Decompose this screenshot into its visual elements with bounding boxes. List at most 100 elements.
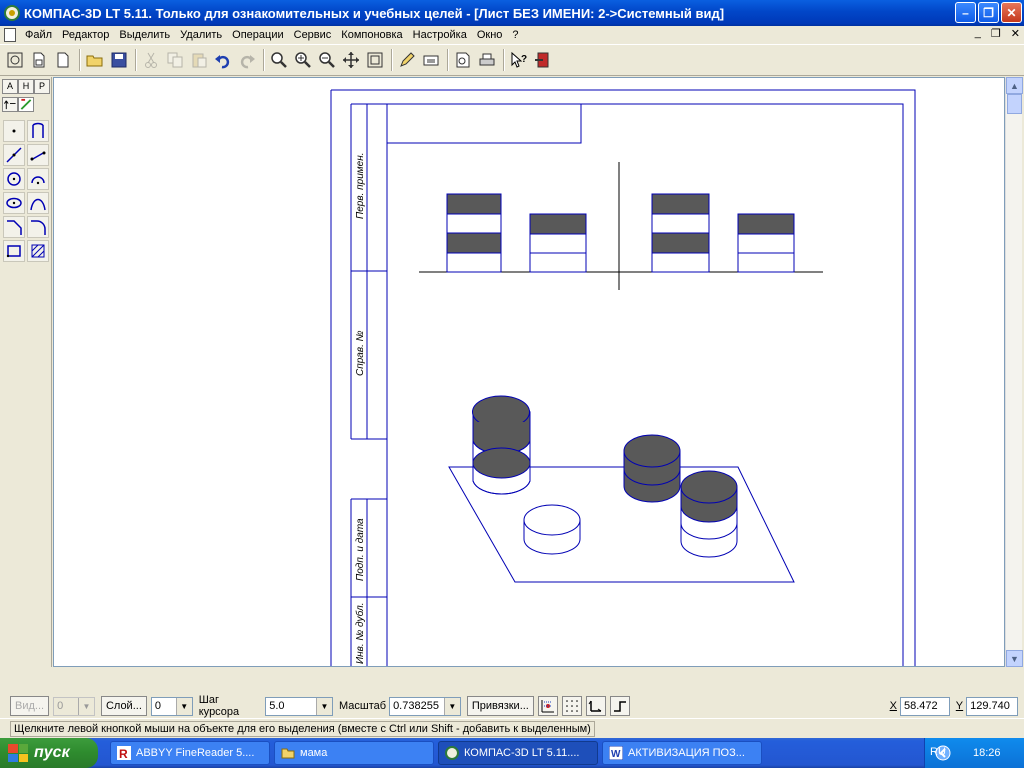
preview-icon[interactable] <box>452 49 474 71</box>
windows-taskbar: пуск R ABBYY FineReader 5.... мама КОМПА… <box>0 738 1024 768</box>
view-select[interactable]: 0 ▼ <box>53 696 95 716</box>
start-button[interactable]: пуск <box>0 738 98 768</box>
svg-text:?: ? <box>521 54 527 65</box>
minimize-button[interactable]: – <box>955 2 976 23</box>
ellipse-tool-icon[interactable] <box>3 192 25 214</box>
arc-tool-icon[interactable] <box>27 168 49 190</box>
menu-delete[interactable]: Удалить <box>175 29 227 41</box>
toolbar-separator <box>503 49 505 71</box>
menu-select[interactable]: Выделить <box>114 29 175 41</box>
scale-value: 0.738255 <box>393 700 439 712</box>
toolbar-separator <box>447 49 449 71</box>
menu-operations[interactable]: Операции <box>227 29 288 41</box>
zoom-out-icon[interactable] <box>316 49 338 71</box>
task-folder[interactable]: мама <box>274 741 434 765</box>
zoom-icon[interactable] <box>268 49 290 71</box>
menu-file[interactable]: Файл <box>20 29 57 41</box>
save-icon[interactable] <box>108 49 130 71</box>
print-icon[interactable] <box>476 49 498 71</box>
tab-edit[interactable] <box>2 97 18 112</box>
cursor-step-select[interactable]: 5.0 ▼ <box>265 696 333 716</box>
cut-icon[interactable] <box>140 49 162 71</box>
scroll-down-arrow-icon[interactable]: ▼ <box>1006 650 1023 667</box>
doc-restore-button[interactable]: ❐ <box>991 27 1001 40</box>
view-value: 0 <box>57 700 64 712</box>
tab-parameters[interactable]: P <box>34 79 50 94</box>
menu-editor[interactable]: Редактор <box>57 29 114 41</box>
segment-tool-icon[interactable] <box>3 144 25 166</box>
scale-label: Масштаб <box>339 700 387 712</box>
new-document-icon[interactable] <box>52 49 74 71</box>
menu-window[interactable]: Окно <box>472 29 508 41</box>
property-bar: Вид... 0 ▼ Слой... 0 ▼ Шаг курсора 5.0 ▼ Ма… <box>0 694 1024 718</box>
exit-icon[interactable] <box>532 49 554 71</box>
maximize-button[interactable]: ❐ <box>978 2 999 23</box>
grid-icon[interactable] <box>561 696 582 716</box>
document-icon[interactable] <box>4 28 16 42</box>
menu-layout[interactable]: Компоновка <box>336 29 407 41</box>
snap-grid-icon[interactable] <box>537 696 558 716</box>
task-label: мама <box>300 747 328 759</box>
fillet-tool-icon[interactable] <box>27 216 49 238</box>
doc-minimize-button[interactable]: _ <box>975 27 981 40</box>
menu-service[interactable]: Сервис <box>289 29 337 41</box>
menu-settings[interactable]: Настройка <box>408 29 472 41</box>
menu-bar: Файл Редактор Выделить Удалить Операции … <box>0 26 1024 44</box>
y-coord-field[interactable]: 129.740 <box>966 696 1018 716</box>
zoom-in-icon[interactable] <box>292 49 314 71</box>
close-button[interactable]: ✕ <box>1001 2 1022 23</box>
status-text: Щелкните левой кнопкой мыши на объекте д… <box>10 721 595 737</box>
scroll-up-arrow-icon[interactable]: ▲ <box>1006 77 1023 94</box>
local-cs-icon[interactable] <box>585 696 606 716</box>
edit-pencil-icon[interactable] <box>396 49 418 71</box>
open-folder-icon[interactable] <box>84 49 106 71</box>
layer-button[interactable]: Слой... <box>100 696 147 716</box>
tab-dimensions[interactable]: H <box>18 79 34 94</box>
pan-icon[interactable] <box>340 49 362 71</box>
fit-view-icon[interactable] <box>364 49 386 71</box>
scale-select[interactable]: 0.738255 ▼ <box>389 696 461 716</box>
language-indicator[interactable]: RU <box>930 746 946 758</box>
vertical-scrollbar[interactable]: ▲ ▼ <box>1005 77 1023 667</box>
point-tool-icon[interactable] <box>3 120 25 142</box>
tab-measure[interactable] <box>18 97 34 112</box>
hatch-tool-icon[interactable] <box>27 240 49 262</box>
layer-select[interactable]: 0 ▼ <box>150 696 193 716</box>
cursor-step-value: 5.0 <box>269 700 285 712</box>
context-help-icon[interactable]: ? <box>508 49 530 71</box>
bezier-tool-icon[interactable] <box>27 192 49 214</box>
clock[interactable]: 18:26 <box>973 747 1001 759</box>
paste-icon[interactable] <box>188 49 210 71</box>
doc-close-button[interactable]: ✕ <box>1011 27 1020 40</box>
task-finereader[interactable]: R ABBYY FineReader 5.... <box>110 741 270 765</box>
chevron-down-icon: ▼ <box>175 697 192 715</box>
rectangle-tool-icon[interactable] <box>3 240 25 262</box>
stamp-icon[interactable] <box>420 49 442 71</box>
compact-panel: A H P <box>0 77 52 667</box>
task-kompas[interactable]: КОМПАС-3D LT 5.11.... <box>438 741 598 765</box>
circle-tool-icon[interactable] <box>3 168 25 190</box>
undo-icon[interactable] <box>212 49 234 71</box>
scroll-thumb[interactable] <box>1007 94 1022 114</box>
chamfer-tool-icon[interactable] <box>3 216 25 238</box>
tab-text[interactable]: A <box>2 79 18 94</box>
model-icon[interactable] <box>4 49 26 71</box>
redo-icon[interactable] <box>236 49 258 71</box>
new-sheet-icon[interactable] <box>28 49 50 71</box>
view-button[interactable]: Вид... <box>10 696 50 716</box>
kompas-icon <box>445 746 459 760</box>
drawing-canvas[interactable]: Перв. примен. Справ. № Подп. и дата Инв.… <box>53 77 1005 667</box>
copy-icon[interactable] <box>164 49 186 71</box>
menu-help[interactable]: ? <box>507 29 523 41</box>
line-tool-icon[interactable] <box>27 144 49 166</box>
layer-value: 0 <box>154 700 161 712</box>
kompas-app-icon[interactable] <box>4 5 20 21</box>
task-label: ABBYY FineReader 5.... <box>136 747 255 759</box>
stamp-label-reference: Справ. № <box>355 330 366 376</box>
auxiliary-line-icon[interactable] <box>27 120 49 142</box>
x-coord-label: X <box>889 700 897 712</box>
snaps-button[interactable]: Привязки... <box>466 696 534 716</box>
x-coord-field[interactable]: 58.472 <box>899 696 950 716</box>
ortho-icon[interactable] <box>609 696 630 716</box>
task-word[interactable]: W АКТИВИЗАЦИЯ ПОЗ... <box>602 741 762 765</box>
